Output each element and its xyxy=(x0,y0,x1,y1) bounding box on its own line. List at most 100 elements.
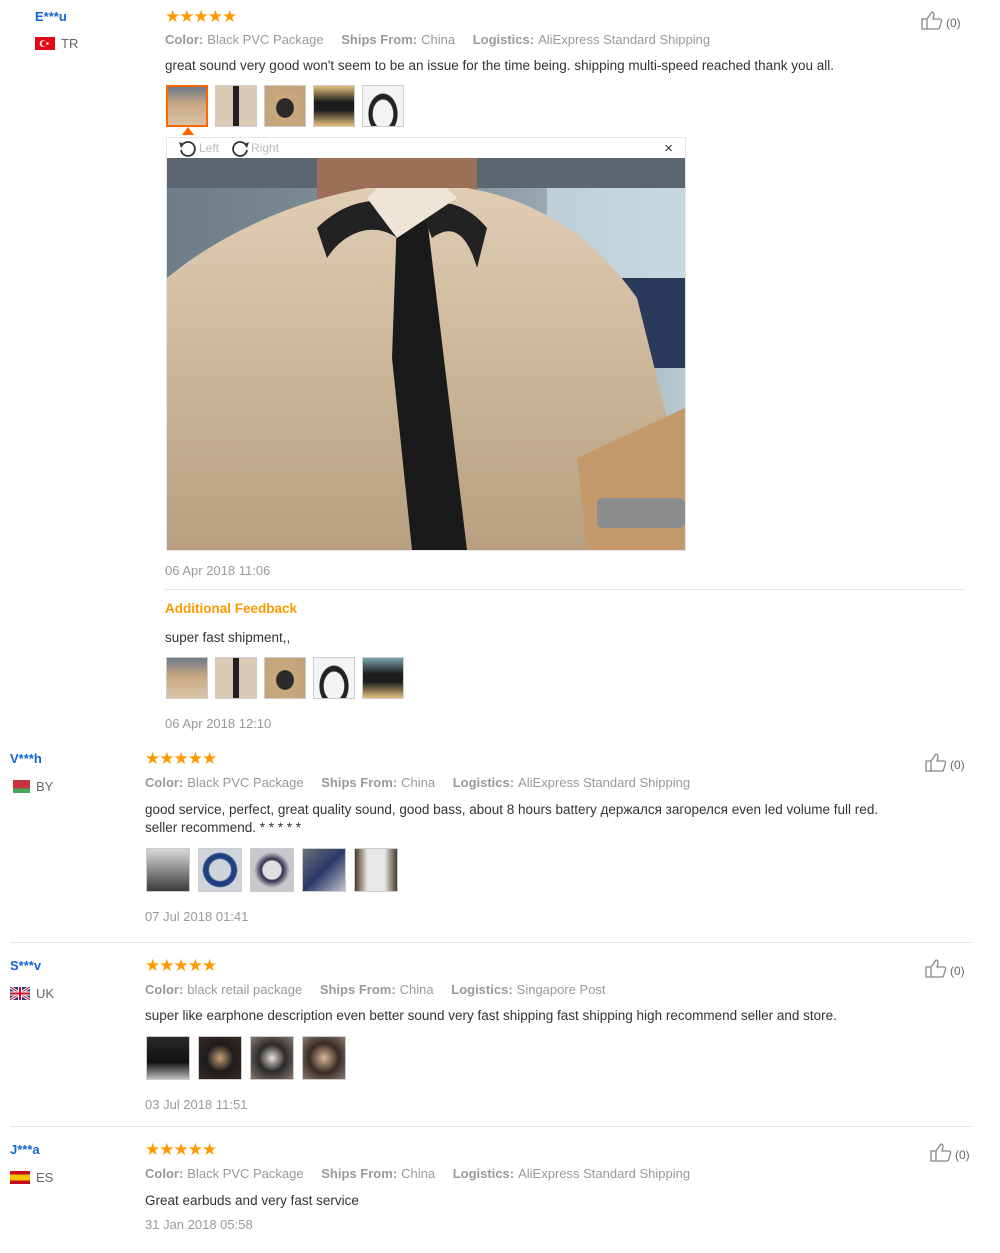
reviewer-country: BY xyxy=(10,779,53,794)
thumbs-up-icon xyxy=(930,1143,952,1162)
ships-label: Ships From: xyxy=(321,775,398,790)
star-rating: ★★★★★ xyxy=(145,749,217,768)
reviewer-name[interactable]: E***u xyxy=(35,9,67,24)
color-value: Black PVC Package xyxy=(187,775,304,790)
country-code: ES xyxy=(36,1170,54,1185)
review-image-thumbnail[interactable] xyxy=(264,85,306,127)
reviewer-country: TR xyxy=(35,36,78,51)
ships-label: Ships From: xyxy=(319,982,396,997)
country-code: UK xyxy=(36,986,55,1001)
like-count: (0) xyxy=(950,964,965,978)
rotate-right-button[interactable]: Right xyxy=(229,139,279,157)
flag-tr-icon xyxy=(35,37,55,50)
color-label: Color: xyxy=(165,32,204,47)
logistics-label: Logistics: xyxy=(472,32,535,47)
color-value: black retail package xyxy=(187,982,303,997)
additional-images xyxy=(166,657,404,699)
ships-label: Ships From: xyxy=(341,32,418,47)
review-image-thumbnail[interactable] xyxy=(362,85,404,127)
review-image-thumbnail[interactable] xyxy=(198,848,242,892)
additional-feedback-date: 06 Apr 2018 12:10 xyxy=(165,716,272,731)
logistics-value: AliExpress Standard Shipping xyxy=(518,775,691,790)
additional-feedback-title: Additional Feedback xyxy=(165,601,298,616)
logistics-value: AliExpress Standard Shipping xyxy=(538,32,711,47)
review-text-line2: seller recommend. * * * * * xyxy=(145,820,302,835)
review-image-thumbnail[interactable] xyxy=(215,85,257,127)
star-rating: ★★★★★ xyxy=(145,1140,217,1159)
logistics-label: Logistics: xyxy=(452,1166,515,1181)
review-image-thumbnail[interactable] xyxy=(313,657,355,699)
viewer-toolbar: Left Right × xyxy=(167,138,685,158)
review-image-thumbnail[interactable] xyxy=(302,1036,346,1080)
color-label: Color: xyxy=(145,1166,184,1181)
ships-value: China xyxy=(421,32,456,47)
order-attributes: Color: Black PVC Package Ships From: China… xyxy=(145,1166,704,1181)
color-value: Black PVC Package xyxy=(207,32,324,47)
rotate-left-button[interactable]: Left xyxy=(177,139,219,157)
flag-uk-icon xyxy=(10,987,30,1000)
review-image-thumbnail[interactable] xyxy=(264,657,306,699)
thumbs-up-icon xyxy=(925,959,947,978)
review-images xyxy=(146,1036,346,1080)
color-label: Color: xyxy=(145,775,184,790)
rotate-left-icon xyxy=(179,141,196,157)
star-rating: ★★★★★ xyxy=(165,7,237,26)
review-image-thumbnail[interactable] xyxy=(250,848,294,892)
order-attributes: Color: Black PVC Package Ships From: China… xyxy=(165,32,724,47)
close-icon[interactable]: × xyxy=(664,140,673,157)
review-text: great sound very good won't seem to be a… xyxy=(165,58,834,73)
logistics-value: Singapore Post xyxy=(516,982,606,997)
country-code: BY xyxy=(36,779,54,794)
reviewer-country: UK xyxy=(10,986,54,1001)
review-image-thumbnail[interactable] xyxy=(198,1036,242,1080)
review-date: 31 Jan 2018 05:58 xyxy=(145,1217,253,1232)
review-image-thumbnail[interactable] xyxy=(215,657,257,699)
like-count: (0) xyxy=(946,16,961,30)
like-count: (0) xyxy=(950,758,965,772)
order-attributes: Color: Black PVC Package Ships From: China… xyxy=(145,775,704,790)
thumbs-up-icon xyxy=(925,753,947,772)
thumbs-up-icon xyxy=(921,11,943,30)
color-value: Black PVC Package xyxy=(187,1166,304,1181)
review-text: good service, perfect, great quality sou… xyxy=(145,802,879,817)
review-date: 03 Jul 2018 11:51 xyxy=(145,1097,248,1112)
review-image-thumbnail[interactable] xyxy=(362,657,404,699)
selected-thumb-pointer xyxy=(182,127,194,135)
review-image-thumbnail[interactable] xyxy=(313,85,355,127)
review-image-thumbnail[interactable] xyxy=(146,848,190,892)
ships-label: Ships From: xyxy=(321,1166,398,1181)
image-viewer: Left Right × xyxy=(166,137,686,551)
flag-by-icon xyxy=(10,780,30,793)
review-date: 06 Apr 2018 11:06 xyxy=(165,563,271,578)
divider xyxy=(10,942,972,943)
review-image-thumbnail[interactable] xyxy=(354,848,398,892)
review-image-thumbnail[interactable] xyxy=(166,657,208,699)
reviewer-country: ES xyxy=(10,1170,53,1185)
star-rating: ★★★★★ xyxy=(145,956,217,975)
review-image-thumbnail[interactable] xyxy=(250,1036,294,1080)
rotate-right-label: Right xyxy=(251,141,280,155)
reviewer-name[interactable]: J***a xyxy=(10,1142,40,1157)
review-text: Great earbuds and very fast service xyxy=(145,1193,359,1208)
review-image-thumbnail[interactable] xyxy=(302,848,346,892)
logistics-label: Logistics: xyxy=(451,982,513,997)
like-count: (0) xyxy=(955,1148,970,1162)
review-photo-large xyxy=(167,158,685,550)
logistics-label: Logistics: xyxy=(452,775,515,790)
like-button[interactable]: (0) xyxy=(929,1142,970,1162)
like-button[interactable]: (0) xyxy=(920,10,961,30)
like-button[interactable]: (0) xyxy=(924,958,965,978)
like-button[interactable]: (0) xyxy=(924,752,965,772)
review-image-thumbnail[interactable] xyxy=(166,85,208,127)
review-image-thumbnail[interactable] xyxy=(146,1036,190,1080)
ships-value: China xyxy=(401,775,436,790)
divider xyxy=(165,589,965,590)
logistics-value: AliExpress Standard Shipping xyxy=(518,1166,691,1181)
country-code: TR xyxy=(61,36,79,51)
order-attributes: Color: black retail package Ships From: Ch… xyxy=(145,982,620,997)
reviewer-name[interactable]: S***v xyxy=(10,958,41,973)
reviewer-name[interactable]: V***h xyxy=(10,751,42,766)
ships-value: China xyxy=(401,1166,436,1181)
review-text: super like earphone description even bet… xyxy=(145,1008,837,1023)
rotate-right-icon xyxy=(232,141,250,157)
